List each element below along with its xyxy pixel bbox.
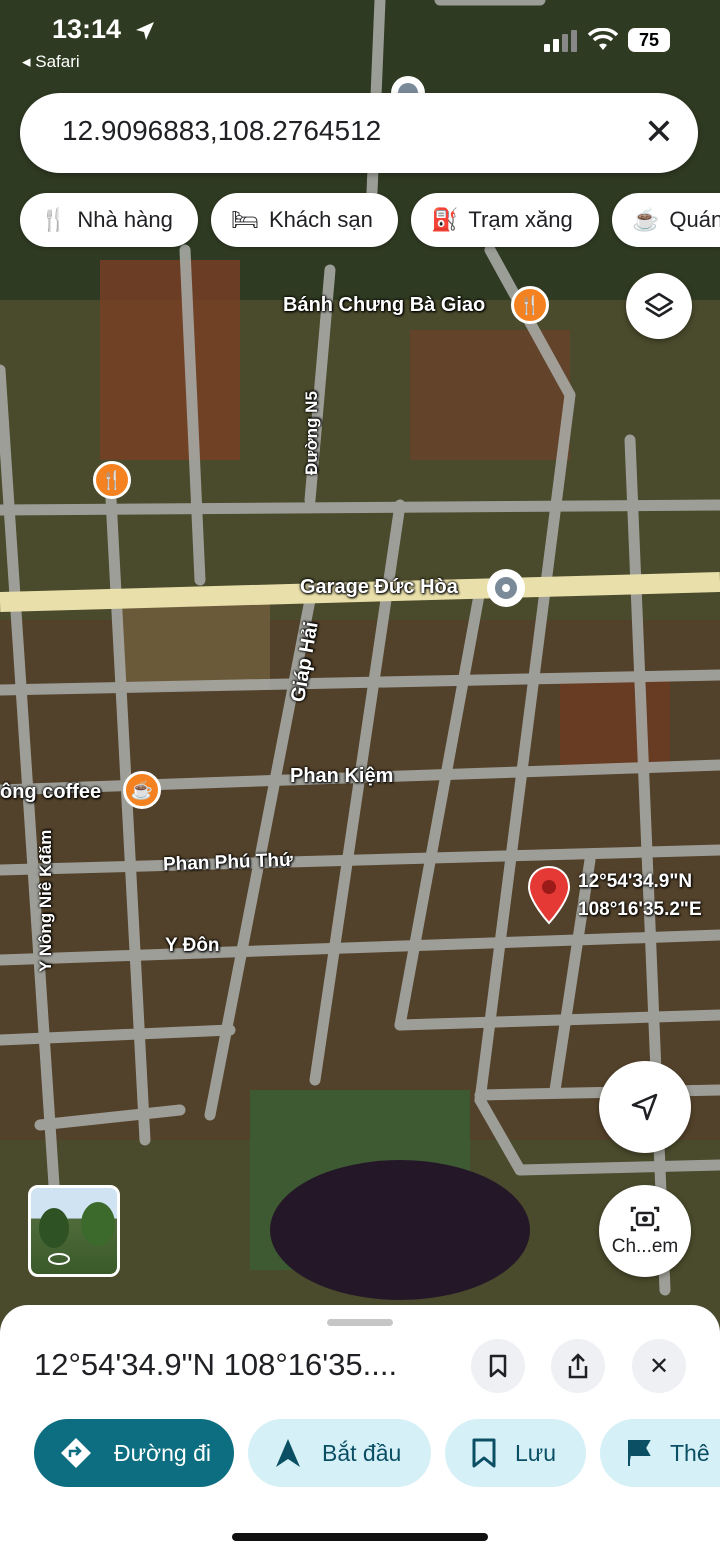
my-location-button[interactable] (599, 1061, 691, 1153)
battery-indicator: 75 (628, 28, 670, 52)
close-button[interactable]: ✕ (632, 1339, 686, 1393)
wifi-icon (588, 28, 618, 50)
chip-gas-stations[interactable]: ⛽ Trạm xăng (411, 193, 599, 247)
cafe-poi-icon[interactable]: ☕ (123, 771, 161, 809)
navigation-icon (276, 1439, 300, 1467)
chip-cafes[interactable]: ☕ Quán (612, 193, 720, 247)
close-icon: ✕ (648, 1352, 670, 1380)
more-button[interactable]: Thê (600, 1419, 720, 1487)
bookmark-icon (489, 1354, 507, 1378)
navigation-arrow-icon (631, 1093, 658, 1121)
camera-search-button[interactable]: Ch...em (599, 1185, 691, 1277)
street-label-y-nong: Y Nông Niê Kđăm (36, 829, 55, 972)
chip-label: Khách sạn (268, 207, 373, 232)
search-query[interactable]: 12.9096883,108.2764512 (62, 115, 381, 147)
clear-search-icon[interactable]: ✕ (644, 111, 674, 153)
more-label: Thê (670, 1439, 710, 1466)
street-label-y-don: Y Đôn (165, 935, 220, 956)
pin-coordinates: 12°54'34.9"N 108°16'35.2"E (578, 868, 702, 924)
chip-hotels[interactable]: 🛏 Khách sạn (211, 193, 398, 247)
layers-button[interactable] (626, 273, 692, 339)
home-indicator (232, 1533, 488, 1541)
save-place-label: Lưu (515, 1439, 556, 1466)
start-label: Bắt đầu (322, 1439, 402, 1466)
street-label-phan-kiem: Phan Kiệm (290, 765, 394, 787)
place-title: 12°54'34.9"N 108°16'35.... (34, 1347, 398, 1382)
share-icon (568, 1353, 588, 1379)
location-arrow-icon (136, 22, 154, 40)
save-button[interactable] (471, 1339, 525, 1393)
cafe-icon: ☕ (632, 207, 660, 232)
start-button[interactable]: Bắt đầu (248, 1419, 431, 1487)
directions-label: Đường đi (114, 1439, 211, 1466)
rotate-360-icon (48, 1253, 70, 1265)
directions-icon (61, 1438, 91, 1468)
camera-icon (630, 1206, 660, 1232)
restaurant-poi-icon-2[interactable]: 🍴 (93, 461, 131, 499)
location-pin-icon[interactable] (527, 865, 571, 925)
back-to-safari[interactable]: ◂ Safari (22, 52, 80, 72)
search-bar[interactable]: 12.9096883,108.2764512 ✕ (20, 93, 698, 173)
place-label-banh-chung[interactable]: Bánh Chưng Bà Giao (283, 294, 485, 317)
save-place-button[interactable]: Lưu (445, 1419, 586, 1487)
restaurant-icon: 🍴 (40, 207, 68, 232)
chip-label: Trạm xăng (468, 207, 573, 232)
sheet-drag-handle[interactable] (327, 1319, 393, 1326)
place-bottom-sheet[interactable]: 12°54'34.9"N 108°16'35.... ✕ Đường đi Bắ… (0, 1305, 720, 1557)
chip-label: Quán (669, 207, 720, 232)
place-label-coffee[interactable]: ông coffee (0, 781, 101, 804)
street-label-duong-n5: Đường N5 (302, 391, 321, 475)
flag-icon (628, 1440, 651, 1466)
restaurant-poi-icon[interactable]: 🍴 (511, 286, 549, 324)
layers-icon (644, 292, 674, 318)
pin-longitude: 108°16'35.2"E (578, 899, 702, 920)
street-label-phan-phu-thu: Phan Phú Thứ (162, 849, 294, 876)
pin-latitude: 12°54'34.9"N (578, 871, 693, 892)
share-button[interactable] (551, 1339, 605, 1393)
camera-label: Ch...em (611, 1236, 679, 1257)
garage-poi-icon[interactable] (487, 569, 525, 607)
street-view-thumbnail[interactable] (28, 1185, 120, 1277)
hotel-icon: 🛏 (231, 207, 259, 232)
signal-icon (544, 30, 577, 52)
place-label-garage[interactable]: Garage Đức Hòa (300, 576, 458, 599)
directions-button[interactable]: Đường đi (34, 1419, 234, 1487)
status-bar: 13:14 ◂ Safari 75 (0, 0, 720, 80)
chip-restaurants[interactable]: 🍴 Nhà hàng (20, 193, 198, 247)
bookmark-icon (472, 1438, 496, 1468)
gas-station-icon: ⛽ (431, 207, 459, 232)
status-time: 13:14 (52, 14, 122, 44)
chip-label: Nhà hàng (77, 207, 173, 232)
